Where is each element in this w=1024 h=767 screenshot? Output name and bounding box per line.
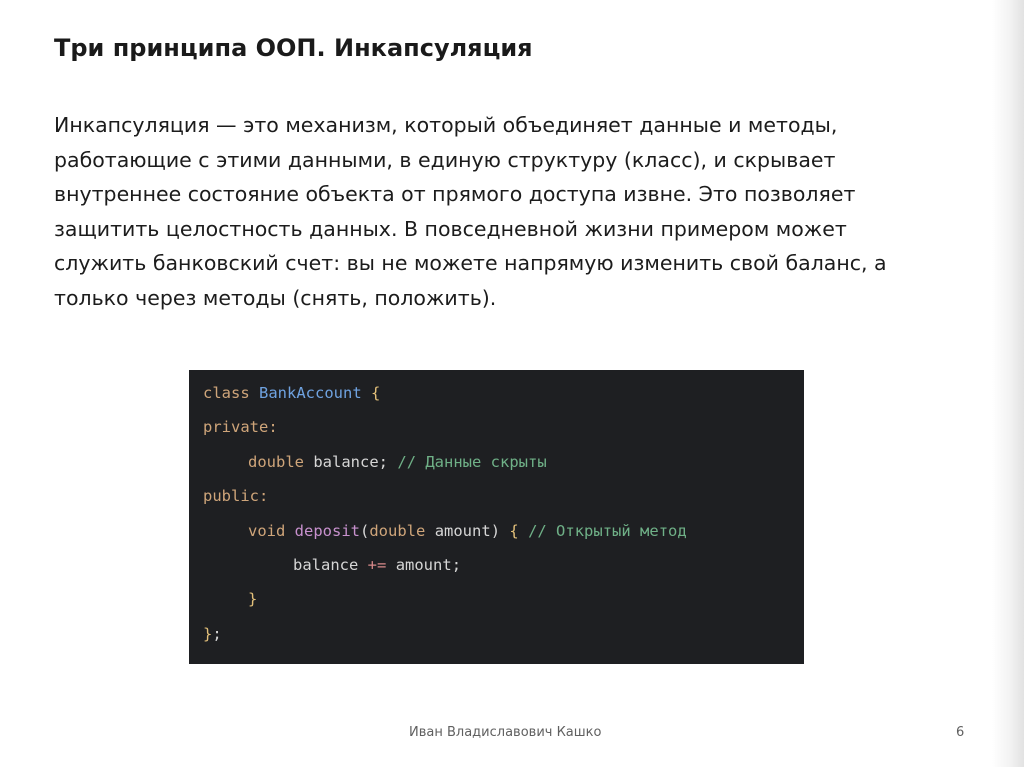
slide-title: Три принципа ООП. Инкапсуляция <box>54 34 533 62</box>
code-punctuation: ) <box>490 521 501 540</box>
code-comment: // Открытый метод <box>528 521 687 540</box>
code-line: }; <box>203 621 804 655</box>
paragraph-line: защитить целостность данных. В повседнев… <box>54 216 847 241</box>
code-line: public: <box>203 483 804 517</box>
page-number: 6 <box>956 725 965 740</box>
code-function-name: deposit <box>294 521 360 540</box>
code-brace: { <box>371 384 381 402</box>
code-keyword: public: <box>203 487 269 506</box>
footer-author: Иван Владиславович Кашко <box>409 725 602 740</box>
code-comment: // Данные скрыты <box>397 452 547 471</box>
code-punctuation: ( <box>360 521 370 540</box>
paragraph-line: только через методы (снять, положить). <box>54 285 497 310</box>
code-argument: amount <box>395 555 452 574</box>
slide-paragraph: Инкапсуляция — это механизм, который объ… <box>54 108 984 315</box>
page-curl-shadow <box>992 0 1024 767</box>
code-type: double <box>369 521 426 540</box>
paragraph-line: служить банковский счет: вы не можете на… <box>54 251 887 275</box>
code-keyword: class <box>203 384 250 402</box>
code-brace: } <box>203 624 213 643</box>
code-parameter: amount <box>434 521 491 540</box>
code-type: double <box>248 452 304 471</box>
code-line: class BankAccount { <box>203 380 804 414</box>
code-punctuation: ; <box>212 624 222 643</box>
code-punctuation: ; <box>451 555 462 574</box>
paragraph-line: работающие с этими данными, в единую стр… <box>54 147 836 172</box>
paragraph-line: Инкапсуляция — это механизм, который объ… <box>54 113 838 137</box>
code-brace: { <box>509 521 519 540</box>
code-keyword: private: <box>203 418 278 437</box>
slide: Три принципа ООП. Инкапсуляция Инкапсуля… <box>0 0 1024 767</box>
code-brace: } <box>248 590 258 609</box>
code-line: double balance; // Данные скрыты <box>203 449 804 483</box>
code-line: void deposit(double amount) { // Открыты… <box>203 518 804 552</box>
code-block: class BankAccount { private: double bala… <box>189 370 804 664</box>
paragraph-line: внутреннее состояние объекта от прямого … <box>54 182 856 206</box>
code-type: void <box>248 521 286 540</box>
code-variable: balance <box>313 452 379 471</box>
code-line: private: <box>203 414 804 448</box>
code-variable: balance <box>293 555 359 574</box>
code-operator: += <box>367 555 387 574</box>
code-punctuation: ; <box>378 452 389 471</box>
code-line: balance += amount; <box>203 552 804 586</box>
code-class-name: BankAccount <box>259 384 362 402</box>
code-line: } <box>203 586 804 620</box>
